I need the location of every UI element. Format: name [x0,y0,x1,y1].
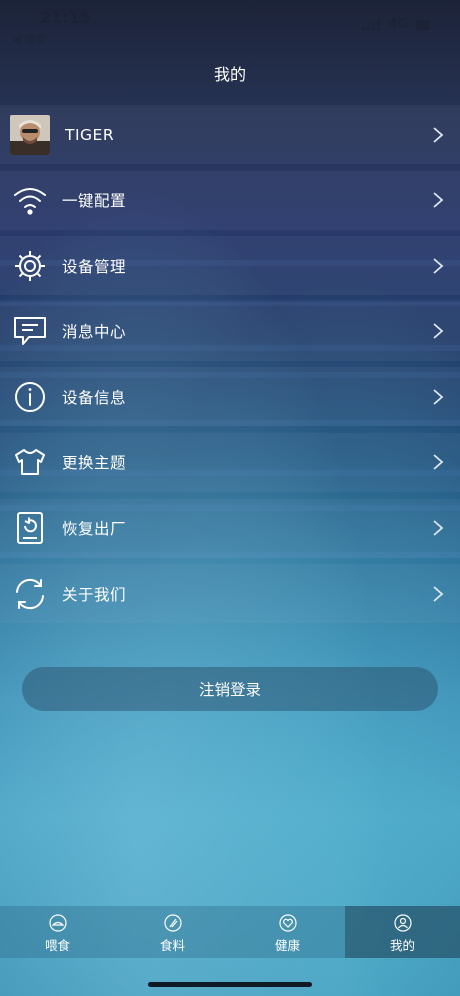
tab-bar: 喂食 食料 健康 我的 [0,906,460,958]
info-icon [13,380,47,414]
menu-item-device-management[interactable]: 设备管理 [0,236,460,296]
signal-icon [362,18,381,31]
logout-button[interactable]: 注销登录 [22,667,438,711]
settings-menu: TIGER 一键配置 设备管理 消息中心 设备信息 更换主题 恢复出厂 关于我们 [0,105,460,630]
food-icon [163,914,182,932]
chevron-right-icon [433,192,444,208]
status-indicators: 4G [362,17,430,32]
menu-item-label: 关于我们 [62,585,127,604]
message-icon [13,314,47,348]
chevron-right-icon [433,258,444,274]
menu-item-change-theme[interactable]: 更换主题 [0,432,460,492]
menu-item-label: 一键配置 [62,192,127,211]
menu-item-label: 恢复出厂 [62,520,127,539]
menu-item-label: TIGER [65,125,115,144]
page-title: 我的 [213,65,246,84]
profile-icon [393,914,412,932]
menu-item-factory-reset[interactable]: 恢复出厂 [0,498,460,558]
status-time: 21:15 [40,8,91,27]
status-bar: 21:15 ◀ 搜索 4G [0,0,460,47]
health-icon [278,914,297,932]
chevron-right-icon [433,585,444,602]
chevron-right-icon [433,126,444,143]
tab-health[interactable]: 健康 [230,906,345,958]
home-indicator [148,982,312,987]
chevron-right-icon [433,323,444,339]
tab-feed[interactable]: 喂食 [0,906,115,958]
chevron-right-icon [433,520,444,536]
feed-icon [48,914,67,932]
menu-item-profile[interactable]: TIGER [0,105,460,164]
battery-icon [416,19,430,30]
refresh-icon [13,577,47,611]
back-to-search-link[interactable]: ◀ 搜索 [12,31,46,47]
tab-food[interactable]: 食料 [115,906,230,958]
menu-item-label: 设备信息 [62,388,127,407]
menu-item-about-us[interactable]: 关于我们 [0,564,460,624]
tab-mine[interactable]: 我的 [345,906,460,958]
wifi-icon [13,183,47,217]
network-type: 4G [388,17,408,32]
tab-label: 健康 [274,938,300,953]
restore-icon [13,511,47,545]
menu-item-label: 设备管理 [62,257,127,276]
chevron-right-icon [433,389,444,405]
tab-label: 我的 [389,938,415,953]
gear-icon [13,249,47,283]
tshirt-icon [13,445,47,479]
menu-item-one-key-config[interactable]: 一键配置 [0,170,460,230]
tab-label: 食料 [159,938,185,953]
tab-label: 喂食 [44,938,70,953]
chevron-right-icon [433,454,444,471]
avatar [10,114,50,155]
menu-item-label: 更换主题 [62,454,127,473]
menu-item-label: 消息中心 [62,323,127,342]
menu-item-message-center[interactable]: 消息中心 [0,301,460,361]
menu-item-device-info[interactable]: 设备信息 [0,367,460,427]
